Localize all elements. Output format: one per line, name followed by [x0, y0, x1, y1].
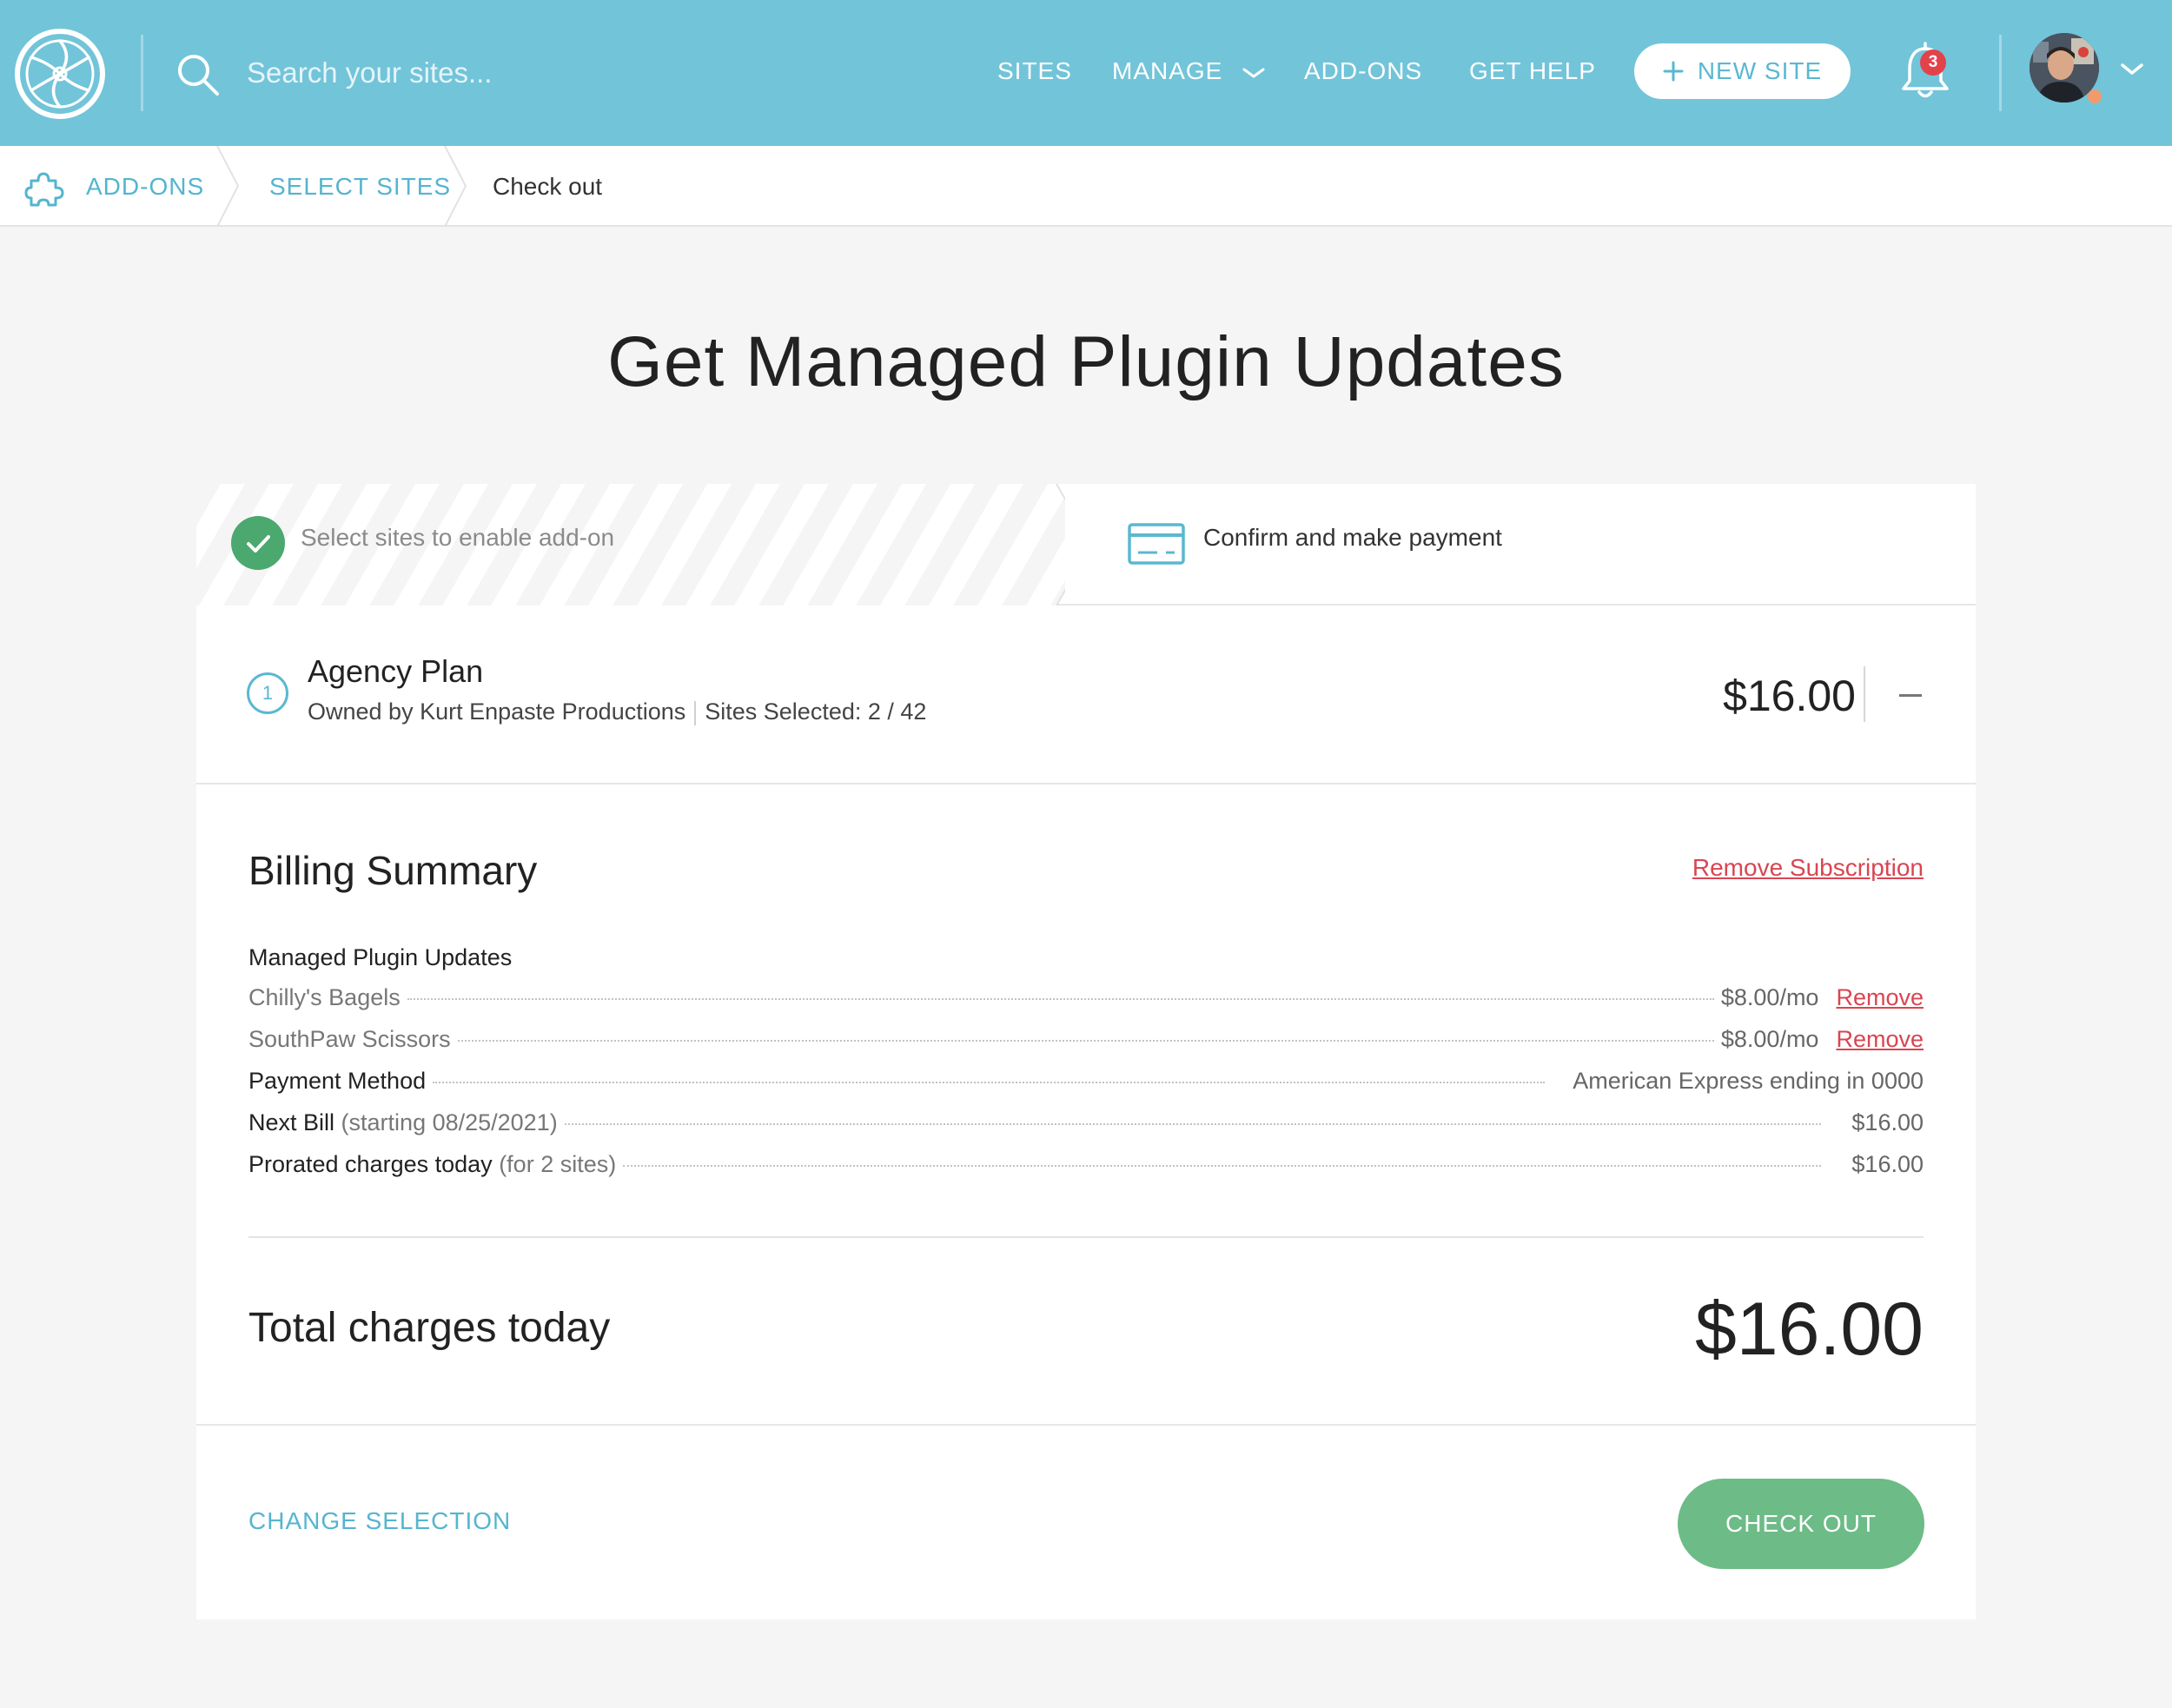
payment-method-value: American Express ending in 0000 [1573, 1068, 1924, 1094]
plan-sites-selected: Sites Selected: 2 / 42 [705, 698, 927, 725]
breadcrumb-add-ons[interactable]: ADD-ONS [86, 146, 204, 227]
site-name: SouthPaw Scissors [248, 1026, 451, 1052]
payment-method-label: Payment Method [248, 1068, 427, 1094]
chevron-down-icon [1242, 68, 1265, 78]
breadcrumb-select-sites[interactable]: SELECT SITES [269, 146, 451, 227]
breadcrumb-separator [444, 146, 467, 227]
leader-dots [407, 998, 1714, 1000]
billing-summary-title: Billing Summary [248, 848, 538, 893]
check-out-button[interactable]: CHECK OUT [1678, 1479, 1924, 1569]
remove-site-link[interactable]: Remove [1836, 984, 1924, 1011]
total-charges-value: $16.00 [1694, 1288, 1924, 1371]
plan-price: $16.00 [1723, 672, 1856, 720]
nav-manage-label: MANAGE [1112, 57, 1223, 84]
next-bill-title: Next Bill [248, 1109, 335, 1135]
plan-row: 1 Agency Plan Owned by Kurt Enpaste Prod… [196, 606, 1976, 784]
step-confirm-payment-label: Confirm and make payment [1203, 524, 1502, 551]
new-site-button[interactable]: NEW SITE [1634, 43, 1851, 99]
credit-card-icon [1128, 523, 1185, 565]
collapse-minus-icon[interactable] [1899, 694, 1922, 697]
header-divider [1999, 35, 2002, 111]
prorated-value: $16.00 [1851, 1151, 1924, 1177]
plan-details-divider [694, 700, 697, 725]
page-title: Get Managed Plugin Updates [607, 322, 1565, 401]
nav-add-ons[interactable]: ADD-ONS [1304, 52, 1422, 90]
aperture-logo-icon[interactable] [12, 26, 108, 122]
total-charges-label: Total charges today [248, 1305, 611, 1351]
plan-number-badge: 1 [247, 672, 288, 714]
leader-dots [564, 1123, 1821, 1125]
checkout-footer: CHANGE SELECTION CHECK OUT [196, 1424, 1976, 1619]
breadcrumb-separator [216, 146, 240, 227]
billing-divider [248, 1236, 1924, 1238]
plan-details: Owned by Kurt Enpaste Productions Sites S… [308, 698, 926, 725]
checkout-card: Select sites to enable add-on Confirm an… [196, 484, 1976, 1619]
prorated-row: Prorated charges today (for 2 sites) $16… [248, 1151, 1924, 1186]
nav-manage[interactable]: MANAGE [1112, 52, 1265, 90]
next-bill-row: Next Bill (starting 08/25/2021) $16.00 [248, 1109, 1924, 1144]
prorated-title: Prorated charges today [248, 1151, 493, 1177]
new-site-label: NEW SITE [1697, 57, 1823, 84]
step-complete-check-icon [231, 516, 285, 570]
chevron-down-icon[interactable] [2120, 63, 2144, 76]
step-select-sites-label: Select sites to enable add-on [301, 524, 615, 551]
billing-section-label: Managed Plugin Updates [248, 944, 513, 970]
search-input[interactable] [247, 49, 855, 97]
search-icon[interactable] [175, 52, 221, 97]
next-bill-value: $16.00 [1851, 1109, 1924, 1135]
billing-site-row: SouthPaw Scissors $8.00/mo Remove [248, 1026, 1924, 1061]
site-price: $8.00/mo [1720, 1026, 1819, 1052]
nav-get-help[interactable]: GET HELP [1469, 52, 1596, 90]
plan-owner: Owned by Kurt Enpaste Productions [308, 698, 686, 725]
change-selection-link[interactable]: CHANGE SELECTION [248, 1507, 511, 1535]
billing-site-row: Chilly's Bagels $8.00/mo Remove [248, 984, 1924, 1019]
plan-divider [1864, 666, 1865, 722]
next-bill-label: Next Bill (starting 08/25/2021) [248, 1109, 558, 1136]
notification-count-badge: 3 [1920, 50, 1946, 76]
puzzle-addons-icon [24, 172, 64, 207]
prorated-label: Prorated charges today (for 2 sites) [248, 1151, 616, 1178]
site-price: $8.00/mo [1720, 984, 1819, 1010]
nav-sites[interactable]: SITES [997, 52, 1072, 90]
next-bill-date: (starting 08/25/2021) [341, 1109, 558, 1135]
leader-dots [623, 1165, 1821, 1167]
header-divider [141, 35, 143, 111]
plan-name: Agency Plan [308, 653, 484, 689]
top-navigation-bar: SITES MANAGE ADD-ONS GET HELP NEW SITE 3 [0, 0, 2172, 146]
plus-icon [1663, 61, 1684, 82]
site-name: Chilly's Bagels [248, 984, 401, 1010]
breadcrumb-check-out: Check out [493, 173, 603, 200]
remove-subscription-link[interactable]: Remove Subscription [1692, 854, 1924, 882]
user-status-dot [2088, 89, 2102, 103]
leader-dots [457, 1040, 1714, 1042]
leader-dots [433, 1082, 1546, 1083]
billing-summary: Billing Summary Remove Subscription Mana… [248, 784, 1924, 1427]
breadcrumb: ADD-ONS SELECT SITES Check out [0, 146, 2172, 227]
payment-method-row: Payment Method American Express ending i… [248, 1068, 1924, 1102]
checkout-steps: Select sites to enable add-on Confirm an… [196, 484, 1976, 606]
prorated-note: (for 2 sites) [499, 1151, 617, 1177]
remove-site-link[interactable]: Remove [1836, 1026, 1924, 1053]
